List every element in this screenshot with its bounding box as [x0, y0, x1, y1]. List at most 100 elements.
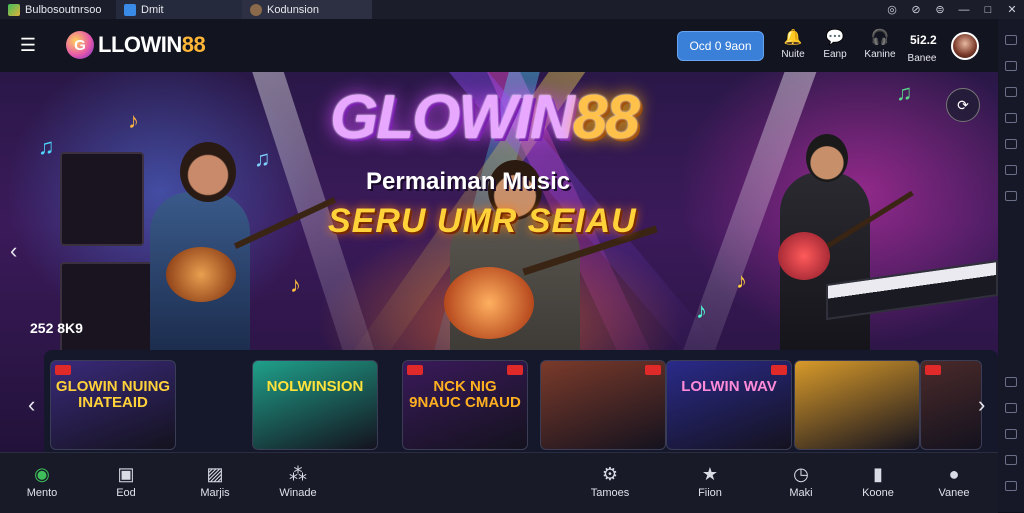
- tool-icon[interactable]: [1005, 165, 1017, 175]
- guitar-left: [166, 247, 236, 302]
- close-icon[interactable]: ✕: [1000, 3, 1024, 16]
- speaker-cabinet: [60, 152, 144, 246]
- home-icon: ◉: [34, 464, 50, 484]
- tab-label: Bulbosoutnrsoo: [25, 3, 102, 16]
- header-nav-item-2[interactable]: 💬 Eanp: [817, 29, 853, 60]
- header-nav-item-3[interactable]: 🎧 Kanine: [862, 29, 898, 60]
- game-card-title: NCK NIG 9NAUC CMAUD: [409, 378, 521, 411]
- bottom-nav-item[interactable]: ▨ Marjis: [183, 461, 247, 499]
- bottom-nav-item[interactable]: ◉ Mento: [10, 461, 74, 499]
- tool-icon[interactable]: [1005, 481, 1017, 491]
- phone-icon: ▮: [873, 464, 883, 484]
- header-nav-label: Nuite: [781, 49, 805, 60]
- chat-icon: 💬: [825, 29, 845, 46]
- game-card[interactable]: [540, 360, 666, 450]
- music-note-icon: ♪: [696, 298, 707, 323]
- game-card-title: NOLWINSION: [266, 378, 364, 395]
- tool-icon[interactable]: [1005, 113, 1017, 123]
- window-tab-1[interactable]: Bulbosoutnrsoo: [0, 0, 116, 19]
- tool-icon[interactable]: [1005, 61, 1017, 71]
- window-tab-2[interactable]: Dmit: [116, 0, 242, 19]
- block-icon[interactable]: ⊘: [904, 3, 928, 16]
- tool-icon[interactable]: [1005, 191, 1017, 201]
- bottom-nav-item[interactable]: ⚙ Tamoes: [578, 461, 642, 499]
- bottom-nav-item[interactable]: ★ Fiion: [678, 461, 742, 499]
- window-tab-3[interactable]: Kodunsion: [242, 0, 372, 19]
- bottom-nav: ◉ Mento ▣ Eod ▨ Marjis ⁂ Winade ⚙ Tamoes…: [0, 452, 998, 513]
- hot-badge: [507, 365, 523, 375]
- tool-icon[interactable]: [1005, 35, 1017, 45]
- user-avatar[interactable]: [951, 32, 979, 60]
- carousel-prev-arrow-icon[interactable]: ‹: [28, 392, 35, 418]
- tool-icon[interactable]: [1005, 139, 1017, 149]
- hot-badge: [55, 365, 71, 375]
- game-card[interactable]: [794, 360, 920, 450]
- app-icon: [124, 3, 136, 16]
- hero-prev-arrow-icon[interactable]: ‹: [10, 238, 17, 264]
- game-card-title: LOLWIN WAV: [681, 378, 777, 395]
- bottom-nav-item[interactable]: ▮ Koone: [846, 461, 910, 499]
- share-button[interactable]: ⟳: [946, 88, 980, 122]
- app-icon: [250, 3, 262, 16]
- bell-icon: 🔔: [783, 29, 803, 46]
- bottom-nav-label: Koone: [862, 487, 894, 499]
- bottom-nav-item[interactable]: ● Vanee: [922, 461, 986, 499]
- menu-icon[interactable]: ⊜: [928, 3, 952, 16]
- tool-icon[interactable]: [1005, 87, 1017, 97]
- hamburger-menu-icon[interactable]: ☰: [18, 35, 38, 55]
- minimize-icon[interactable]: —: [952, 4, 976, 16]
- tool-icon[interactable]: [1005, 429, 1017, 439]
- bottom-nav-label: Fiion: [698, 487, 722, 499]
- music-note-icon: ♪: [128, 108, 139, 133]
- tab-label: Kodunsion: [267, 3, 319, 16]
- side-tool-rail: [997, 19, 1024, 512]
- game-card[interactable]: [920, 360, 982, 450]
- bottom-nav-label: Marjis: [200, 487, 230, 499]
- tool-icon[interactable]: [1005, 377, 1017, 387]
- hero-tagline: SERU UMR SEIAU: [328, 202, 637, 240]
- game-card[interactable]: GLOWIN NUING INATEAID: [50, 360, 176, 450]
- hot-badge: [645, 365, 661, 375]
- hero-subtitle: Permaiman Music: [366, 168, 571, 195]
- guitar-center: [444, 267, 534, 339]
- music-note-icon: ♪: [290, 272, 301, 297]
- bottom-nav-label: Winade: [279, 487, 317, 499]
- maximize-icon[interactable]: □: [976, 4, 1000, 16]
- header-nav-label: Eanp: [823, 49, 847, 60]
- bottom-nav-label: Mento: [26, 487, 58, 499]
- guitar-right: [778, 232, 830, 280]
- image-icon: ▨: [206, 464, 224, 484]
- bottom-nav-label: Tamoes: [590, 487, 630, 499]
- bottom-nav-item[interactable]: ▣ Eod: [94, 461, 158, 499]
- tool-icon[interactable]: [1005, 403, 1017, 413]
- bottom-nav-item[interactable]: ◷ Maki: [769, 461, 833, 499]
- hot-badge: [925, 365, 941, 375]
- window-tab-strip: Bulbosoutnrsoo Dmit Kodunsion ◎ ⊘ ⊜ — □ …: [0, 0, 1024, 19]
- hero-title: GLOWIN88: [330, 83, 640, 152]
- bottom-nav-label: Eod: [116, 487, 136, 499]
- balance-label: Banee: [907, 53, 937, 64]
- share-icon: ⟳: [957, 96, 969, 113]
- brand-logo[interactable]: G LLOWIN88: [66, 29, 206, 61]
- carousel-next-arrow-icon[interactable]: ›: [978, 392, 985, 418]
- header-nav-item-1[interactable]: 🔔 Nuite: [775, 29, 811, 60]
- logo-mark: G: [66, 31, 94, 59]
- share-icon: ⁂: [289, 464, 307, 484]
- login-button[interactable]: Ocd 0 9aon: [677, 31, 764, 61]
- user-icon: ●: [948, 464, 960, 484]
- bottom-nav-label: Maki: [789, 487, 813, 499]
- bottom-nav-item[interactable]: ⁂ Winade: [266, 461, 330, 499]
- star-icon: ★: [701, 464, 719, 484]
- record-icon[interactable]: ◎: [880, 3, 904, 16]
- game-card[interactable]: NOLWINSION: [252, 360, 378, 450]
- hot-badge: [771, 365, 787, 375]
- game-card[interactable]: NCK NIG 9NAUC CMAUD: [402, 360, 528, 450]
- headset-icon: 🎧: [870, 29, 890, 46]
- game-card[interactable]: LOLWIN WAV: [666, 360, 792, 450]
- tool-icon[interactable]: [1005, 455, 1017, 465]
- hot-badge: [407, 365, 423, 375]
- food-icon: ▣: [117, 464, 135, 484]
- music-note-icon: ♫: [896, 80, 913, 105]
- balance-value: 5i2.2: [910, 33, 937, 47]
- tab-label: Dmit: [141, 3, 164, 16]
